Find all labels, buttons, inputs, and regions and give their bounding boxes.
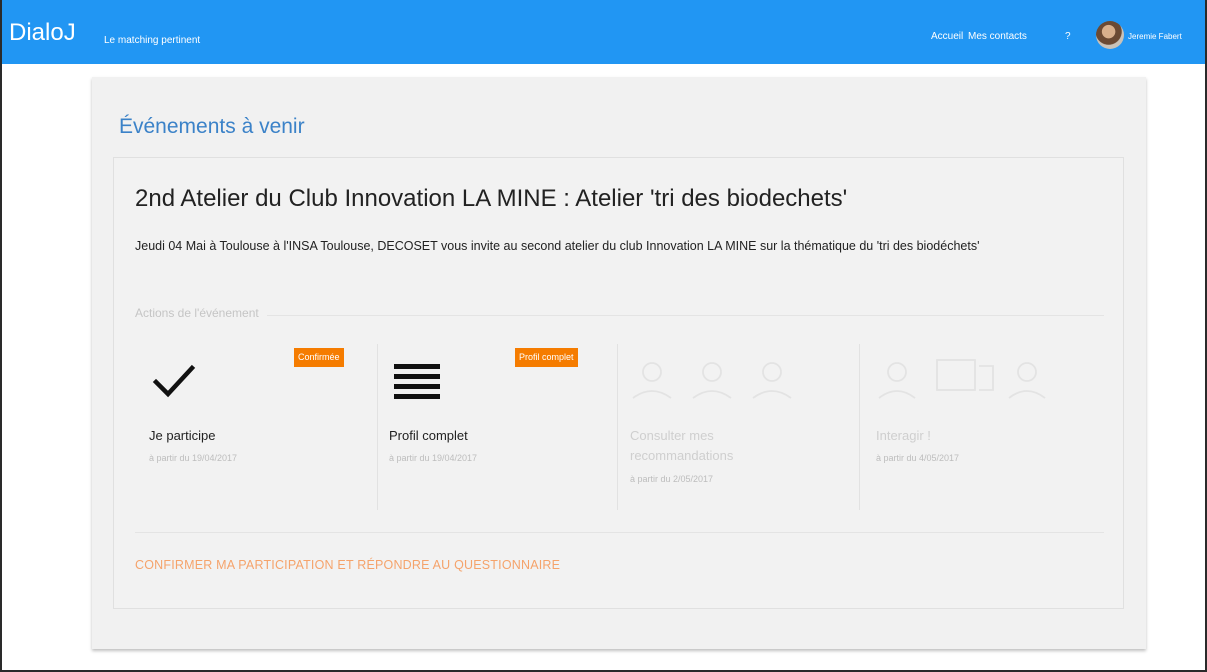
step-date: à partir du 19/04/2017 [149,453,238,463]
nav-link-help[interactable]: ? [1065,31,1071,42]
cta-divider [135,532,1104,533]
top-navbar: DialoJ Le matching pertinent Accueil Mes… [2,0,1205,64]
nav-link-accueil[interactable]: Accueil [931,31,963,42]
user-avatar[interactable] [1096,21,1124,49]
step-profile[interactable]: Profil complet Profil complet à partir d… [377,344,619,510]
event-description: Jeudi 04 Mai à Toulouse à l'INSA Toulous… [135,239,980,253]
step-label: Je participe [149,428,216,443]
brand-logo[interactable]: DialoJ [9,19,76,47]
nav-link-mes-contacts[interactable]: Mes contacts [968,31,1027,42]
step-label: Interagir ! [876,428,931,443]
step-label: Profil complet [389,428,468,443]
event-card: 2nd Atelier du Club Innovation LA MINE :… [113,157,1124,609]
page-title: Événements à venir [119,115,305,138]
step-date: à partir du 2/05/2017 [630,474,714,484]
brand-tagline: Le matching pertinent [104,35,201,46]
confirm-participation-button[interactable]: CONFIRMER MA PARTICIPATION ET RÉPONDRE A… [135,558,560,572]
step-participate[interactable]: Confirmée Je participe à partir du 19/04… [135,344,377,510]
people-icon [632,362,792,399]
menu-lines-icon [394,364,440,399]
step-date: à partir du 4/05/2017 [876,453,960,463]
step-date: à partir du 19/04/2017 [389,453,478,463]
events-panel: Événements à venir 2nd Atelier du Club I… [92,77,1146,649]
people-chat-icon [878,359,1046,399]
step-status-badge: Confirmée [294,348,344,367]
step-interact[interactable]: Interagir ! à partir du 4/05/2017 [859,344,1101,510]
actions-section-label: Actions de l'événement [135,306,267,320]
actions-divider [135,315,1104,316]
step-label: Consulter mes recommandations [630,428,734,463]
check-icon [152,364,196,398]
step-recommendations[interactable]: Consulter mes recommandations à partir d… [617,344,859,510]
event-title: 2nd Atelier du Club Innovation LA MINE :… [135,185,848,212]
user-name[interactable]: Jeremie Fabert [1128,32,1182,41]
step-status-badge: Profil complet [515,348,578,367]
